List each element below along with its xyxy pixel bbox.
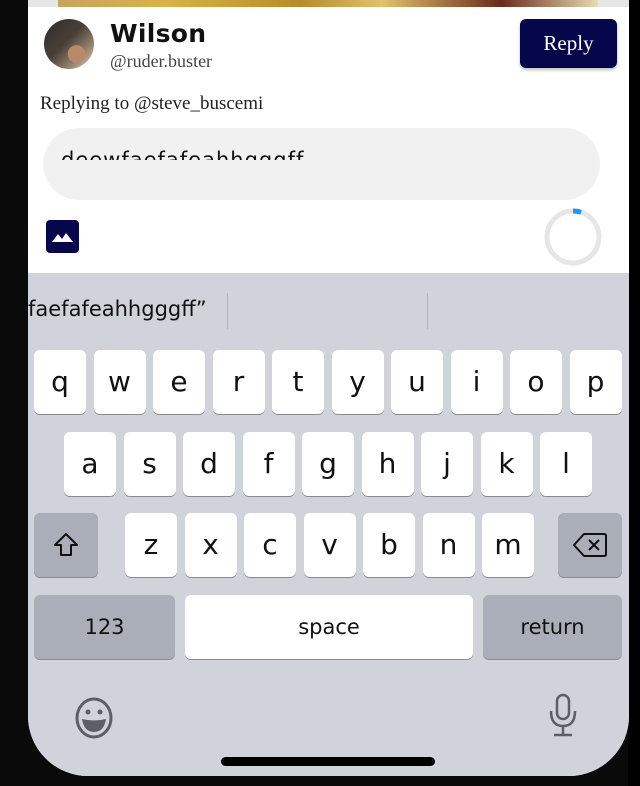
home-indicator[interactable]: [221, 757, 435, 766]
key-s[interactable]: s: [123, 432, 176, 496]
key-p[interactable]: p: [569, 350, 622, 414]
key-y[interactable]: y: [331, 350, 384, 414]
user-display-name: Wilson: [110, 19, 207, 48]
suggestion-bar: faefafeahhgggff”: [28, 273, 629, 349]
suggestion-left[interactable]: faefafeahhgggff”: [28, 297, 207, 321]
microphone-icon[interactable]: [548, 693, 578, 737]
key-l[interactable]: l: [540, 432, 592, 496]
key-h[interactable]: h: [361, 432, 414, 496]
character-count-ring: [544, 208, 602, 266]
add-image-button[interactable]: [46, 220, 79, 253]
reply-input[interactable]: deewfaefafeahhgggff: [43, 128, 600, 200]
image-icon: [52, 233, 73, 242]
media-preview-strip: [28, 0, 629, 7]
key-r[interactable]: r: [212, 350, 265, 414]
shift-key[interactable]: [34, 513, 98, 577]
key-u[interactable]: u: [391, 350, 443, 414]
delete-key[interactable]: [558, 513, 622, 577]
shift-icon: [54, 533, 78, 556]
keyboard: faefafeahhgggff” qwertyuiop asdfghjkl zx…: [28, 273, 629, 776]
key-g[interactable]: g: [302, 432, 354, 496]
progress-track: [544, 208, 602, 266]
key-t[interactable]: t: [272, 350, 324, 414]
key-m[interactable]: m: [482, 513, 534, 577]
reply-button[interactable]: Reply: [520, 19, 617, 68]
key-e[interactable]: e: [153, 350, 205, 414]
key-f[interactable]: f: [242, 432, 295, 496]
key-x[interactable]: x: [184, 513, 237, 577]
key-a[interactable]: a: [64, 432, 116, 496]
user-handle: @ruder.buster: [110, 51, 213, 71]
media-preview-image: [58, 0, 598, 7]
key-n[interactable]: n: [422, 513, 475, 577]
reply-input-text[interactable]: deewfaefafeahhgggff: [61, 148, 304, 160]
phone-screen: Wilson @ruder.buster Reply Replying to @…: [28, 0, 629, 776]
numbers-key[interactable]: 123: [34, 595, 175, 659]
key-w[interactable]: w: [93, 350, 146, 414]
key-o[interactable]: o: [510, 350, 562, 414]
suggestion-divider: [427, 293, 428, 329]
delete-icon: [573, 533, 607, 557]
key-v[interactable]: v: [303, 513, 356, 577]
replying-to-label: Replying to @steve_buscemi: [40, 93, 264, 114]
key-b[interactable]: b: [363, 513, 415, 577]
key-d[interactable]: d: [183, 432, 235, 496]
space-key[interactable]: space: [185, 595, 473, 659]
return-key[interactable]: return: [483, 595, 622, 659]
key-j[interactable]: j: [421, 432, 473, 496]
emoji-icon[interactable]: [74, 697, 114, 739]
key-k[interactable]: k: [480, 432, 533, 496]
reply-composer: Wilson @ruder.buster Reply Replying to @…: [28, 7, 629, 273]
suggestion-divider: [227, 293, 228, 329]
device-bezel: [628, 0, 640, 786]
key-q[interactable]: q: [34, 350, 86, 414]
key-z[interactable]: z: [125, 513, 177, 577]
key-i[interactable]: i: [450, 350, 503, 414]
avatar: [44, 19, 94, 69]
key-c[interactable]: c: [244, 513, 296, 577]
